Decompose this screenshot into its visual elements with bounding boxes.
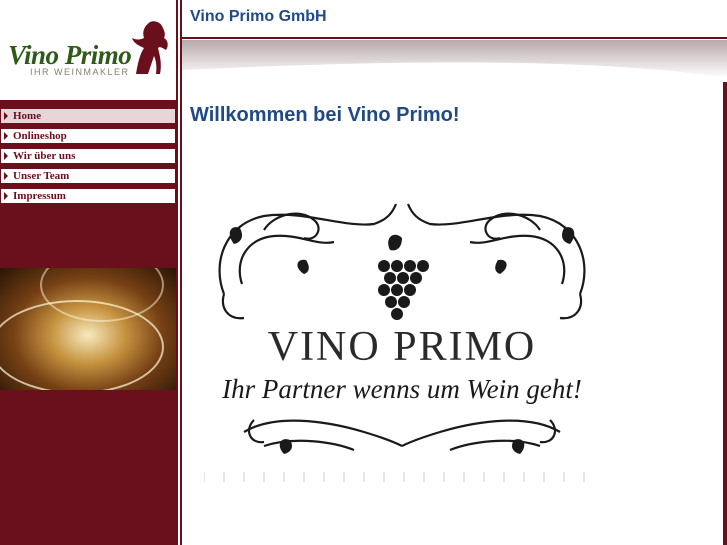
sidebar-item-label: Onlineshop — [13, 130, 67, 142]
page-header: Vino Primo GmbH — [182, 0, 727, 39]
sidebar-item-label: Home — [13, 110, 42, 122]
sidebar-item-home[interactable]: Home — [0, 108, 176, 124]
horse-icon — [132, 21, 168, 74]
emblem-title: VINO PRIMO — [268, 324, 537, 370]
sidebar-item-label: Wir über uns — [13, 150, 76, 162]
sidebar-item-label: Unser Team — [13, 170, 70, 182]
wine-glass-photo — [0, 268, 176, 390]
arrow-right-icon — [4, 112, 8, 120]
sidebar-item-about[interactable]: Wir über uns — [0, 148, 176, 164]
arrow-right-icon — [4, 132, 8, 140]
left-column: Vino Primo IHR WEINMAKLER Home Onlinesho… — [0, 0, 178, 545]
sidebar-item-label: Impressum — [13, 190, 66, 202]
sidebar-item-onlineshop[interactable]: Onlineshop — [0, 128, 176, 144]
sidebar-nav: Home Onlineshop Wir über uns Unser Team … — [0, 108, 176, 208]
vino-primo-emblem: VINO PRIMO Ihr Partner wenns um Wein geh… — [204, 203, 586, 482]
logo[interactable]: Vino Primo IHR WEINMAKLER — [0, 0, 178, 102]
emblem-subtitle: Ihr Partner wenns um Wein geht! — [221, 374, 582, 404]
logo-tagline: IHR WEINMAKLER — [30, 67, 130, 77]
arrow-right-icon — [4, 152, 8, 160]
sidebar-item-impressum[interactable]: Impressum — [0, 188, 176, 204]
arrow-right-icon — [4, 172, 8, 180]
arrow-right-icon — [4, 192, 8, 200]
company-name: Vino Primo GmbH — [190, 8, 327, 25]
header-swoosh — [182, 40, 727, 78]
sidebar-item-team[interactable]: Unser Team — [0, 168, 176, 184]
page-title: Willkommen bei Vino Primo! — [190, 104, 460, 126]
